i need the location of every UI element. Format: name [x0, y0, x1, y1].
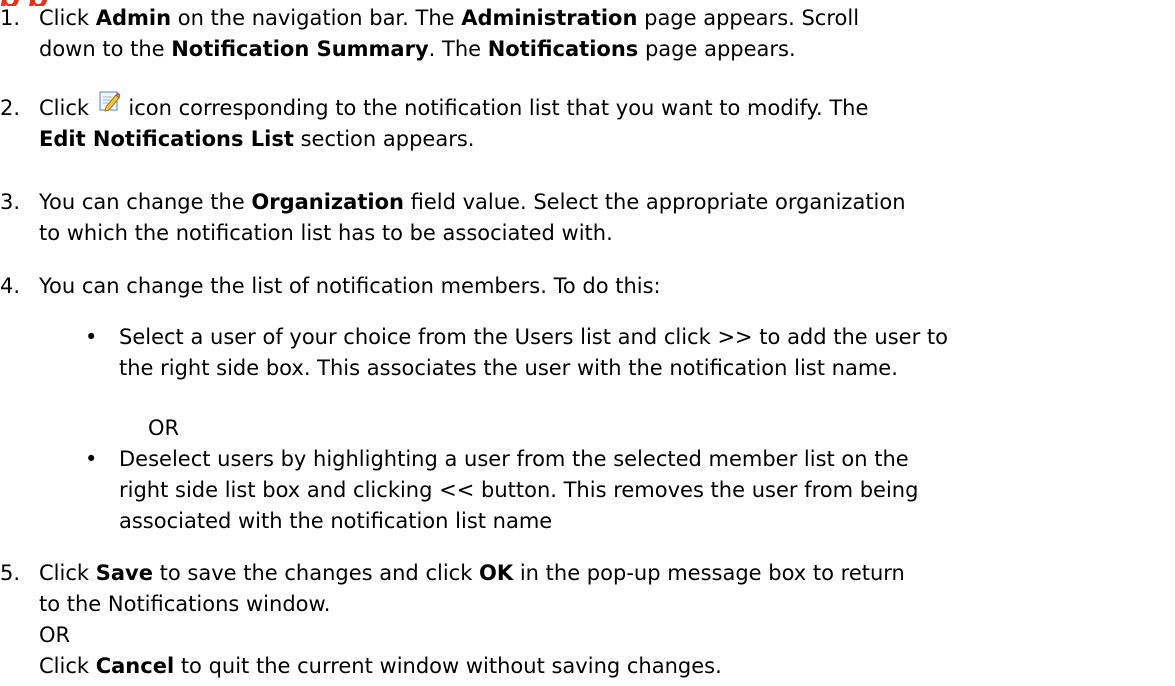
step-5-line-1: Click Save to save the changes and click… — [39, 561, 905, 585]
step-number: 3. — [0, 190, 21, 214]
step-4-intro: You can change the list of notification … — [39, 274, 661, 298]
step-2-text: Click icon corresponding to the notifica… — [39, 90, 1165, 155]
step-1-text: Click Admin on the navigation bar. The A… — [39, 3, 1165, 65]
step-1-line-2: down to the Notification Summary. The No… — [39, 37, 796, 61]
bullet-icon: • — [85, 447, 98, 471]
step-2-line-2: Edit Notifications List section appears. — [39, 127, 475, 151]
step-3-line-1: You can change the Organization field va… — [39, 190, 906, 214]
step-3-line-2: to which the notification list has to be… — [39, 221, 613, 245]
bullet-2-text: Deselect users by highlighting a user fr… — [119, 447, 919, 533]
step-number: 1. — [0, 6, 21, 30]
step-5-line-3: OR — [39, 623, 71, 647]
step-5-line-2: to the Notifications window. — [39, 592, 331, 616]
step-1-line-1: Click Admin on the navigation bar. The A… — [39, 6, 860, 30]
bullet-icon: • — [85, 325, 98, 349]
step-3-text: You can change the Organization field va… — [39, 187, 1165, 249]
step-5-line-4: Click Cancel to quit the current window … — [39, 654, 722, 678]
step-number: 4. — [0, 274, 21, 298]
step-5-text: Click Save to save the changes and click… — [39, 558, 1165, 682]
edit-icon — [98, 90, 121, 112]
step-2-line-1: Click icon corresponding to the notifica… — [39, 90, 1165, 124]
step-number: 5. — [0, 561, 21, 585]
step-number: 2. — [0, 96, 21, 120]
bullet-1-text: Select a user of your choice from the Us… — [119, 325, 948, 380]
or-label: OR — [148, 416, 180, 440]
